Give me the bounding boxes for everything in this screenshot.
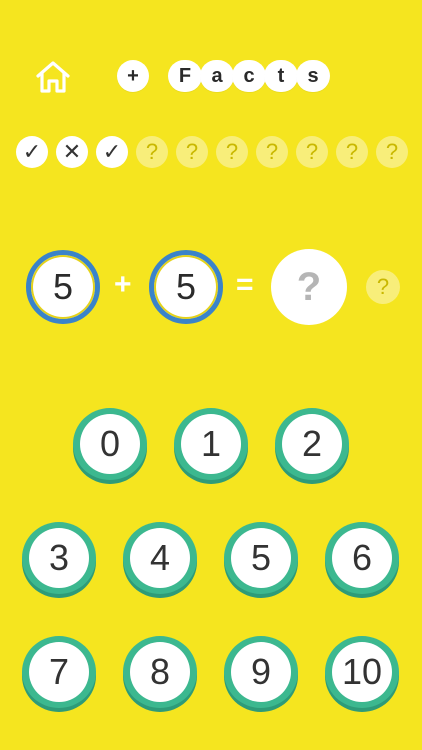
progress-pending-icon: ? bbox=[296, 136, 328, 168]
progress-pending-icon: ? bbox=[136, 136, 168, 168]
key-label: 0 bbox=[80, 414, 140, 474]
answer-slot: ? bbox=[271, 249, 347, 325]
operand-a: 5 bbox=[26, 250, 100, 324]
key-7[interactable]: 7 bbox=[22, 636, 96, 712]
title-facts: F a c t s bbox=[168, 60, 330, 92]
title-letter: c bbox=[232, 60, 266, 92]
key-5[interactable]: 5 bbox=[224, 522, 298, 598]
key-label: 8 bbox=[130, 642, 190, 702]
key-4[interactable]: 4 bbox=[123, 522, 197, 598]
key-1[interactable]: 1 bbox=[174, 408, 248, 484]
key-label: 5 bbox=[231, 528, 291, 588]
progress-pending-icon: ? bbox=[336, 136, 368, 168]
title-letter: a bbox=[200, 60, 234, 92]
title-letter: F bbox=[168, 60, 202, 92]
progress-pending-icon: ? bbox=[176, 136, 208, 168]
plus-sign: + bbox=[114, 268, 132, 301]
equals-sign: = bbox=[236, 268, 254, 301]
home-button[interactable] bbox=[32, 56, 74, 98]
title-letter: s bbox=[296, 60, 330, 92]
key-9[interactable]: 9 bbox=[224, 636, 298, 712]
key-8[interactable]: 8 bbox=[123, 636, 197, 712]
key-label: 9 bbox=[231, 642, 291, 702]
operation-badge: + bbox=[117, 60, 149, 92]
key-2[interactable]: 2 bbox=[275, 408, 349, 484]
hint-button[interactable]: ? bbox=[366, 270, 400, 304]
progress-wrong-icon: ✕ bbox=[56, 136, 88, 168]
progress-pending-icon: ? bbox=[256, 136, 288, 168]
key-0[interactable]: 0 bbox=[73, 408, 147, 484]
operand-b: 5 bbox=[149, 250, 223, 324]
key-label: 4 bbox=[130, 528, 190, 588]
key-label: 6 bbox=[332, 528, 392, 588]
key-label: 10 bbox=[332, 642, 392, 702]
key-label: 7 bbox=[29, 642, 89, 702]
key-6[interactable]: 6 bbox=[325, 522, 399, 598]
progress-correct-icon: ✓ bbox=[96, 136, 128, 168]
progress-tracker: ✓ ✕ ✓ ? ? ? ? ? ? ? bbox=[16, 136, 408, 168]
key-label: 1 bbox=[181, 414, 241, 474]
key-label: 3 bbox=[29, 528, 89, 588]
home-icon bbox=[36, 61, 70, 93]
title-letter: t bbox=[264, 60, 298, 92]
key-3[interactable]: 3 bbox=[22, 522, 96, 598]
progress-correct-icon: ✓ bbox=[16, 136, 48, 168]
progress-pending-icon: ? bbox=[376, 136, 408, 168]
key-10[interactable]: 10 bbox=[325, 636, 399, 712]
progress-pending-icon: ? bbox=[216, 136, 248, 168]
key-label: 2 bbox=[282, 414, 342, 474]
